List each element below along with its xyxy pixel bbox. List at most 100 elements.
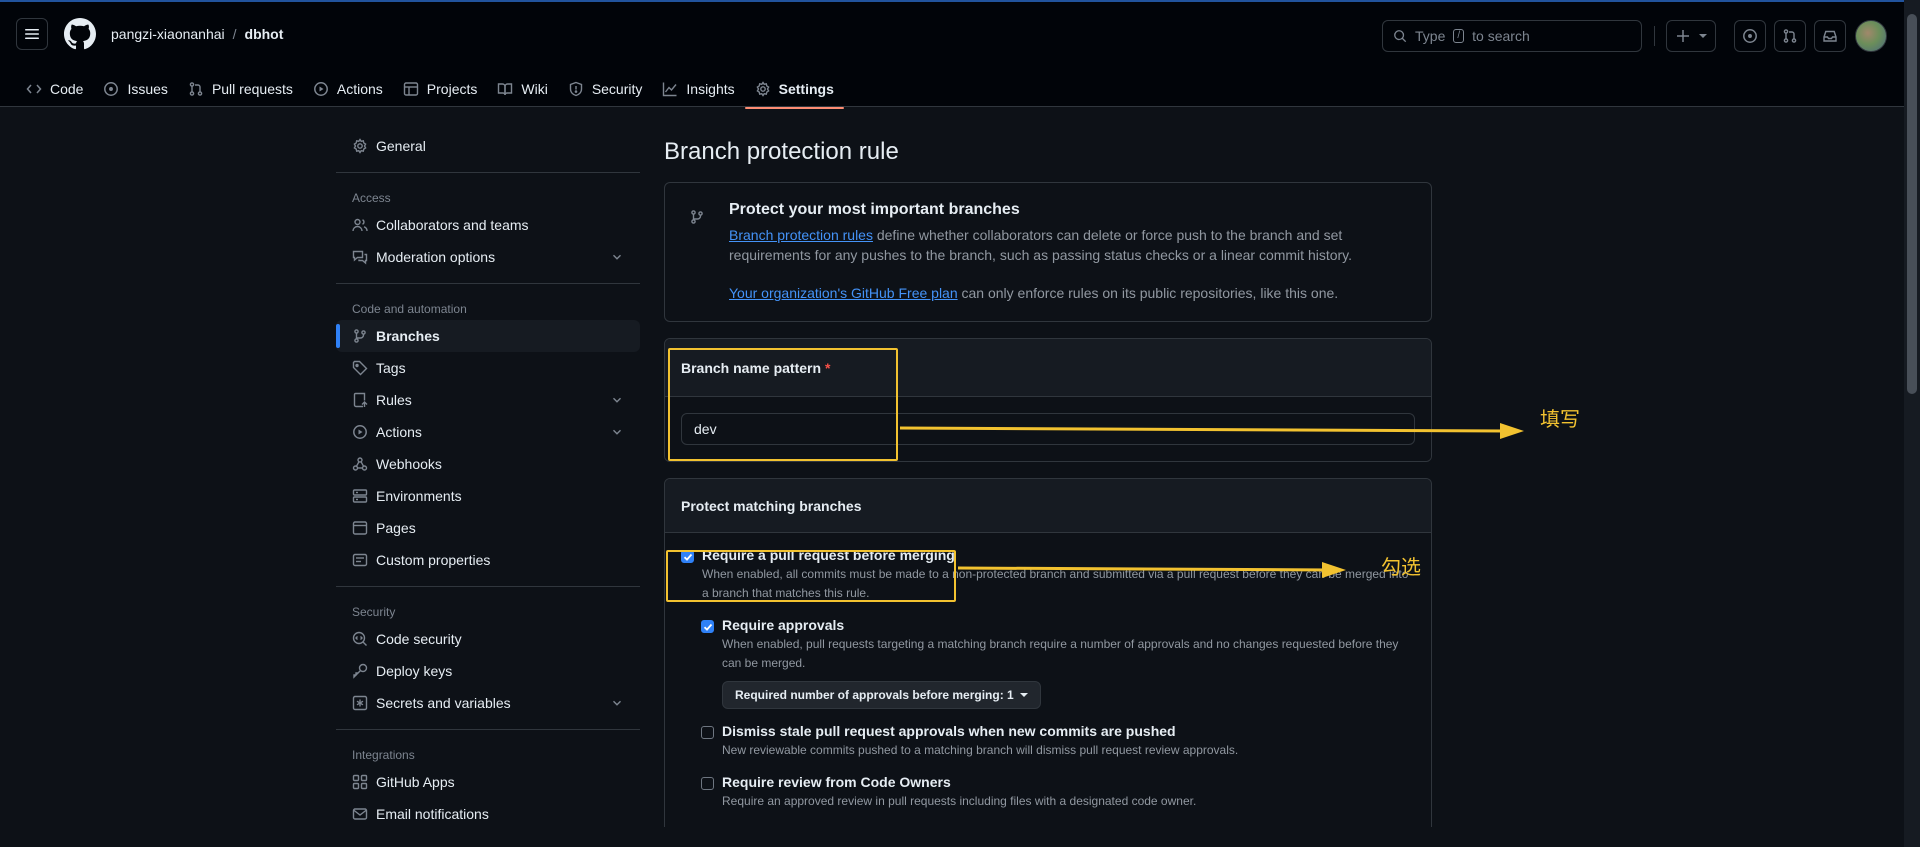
require-approvals-checkbox[interactable] — [701, 620, 714, 633]
note-icon — [352, 553, 368, 567]
sidebar-item-label: Email notifications — [376, 806, 489, 822]
triangle-down-icon — [1019, 693, 1028, 697]
option-description: Require an approved review in pull reque… — [722, 794, 1197, 808]
issue-icon — [104, 82, 119, 96]
scrollbar-thumb[interactable] — [1907, 14, 1917, 394]
option-description: New reviewable commits pushed to a match… — [722, 743, 1239, 757]
menu-button[interactable] — [16, 18, 48, 50]
sidebar-item-label: Custom properties — [376, 552, 491, 568]
sidebar-item-environments[interactable]: Environments — [336, 480, 640, 512]
page-title: Branch protection rule — [664, 138, 899, 165]
inbox-button[interactable] — [1814, 20, 1846, 52]
comment-discussion-icon — [352, 250, 368, 265]
sidebar-item-deploy-keys[interactable]: Deploy keys — [336, 655, 640, 687]
option-require-approvals[interactable]: Require approvals When enabled, pull req… — [701, 617, 1415, 709]
plan-note: can only enforce rules on its public rep… — [957, 285, 1339, 301]
search-input[interactable]: Type / to search — [1382, 20, 1642, 52]
tag-icon — [352, 360, 368, 376]
sidebar-item-general[interactable]: General — [336, 130, 640, 162]
tab-code[interactable]: Code — [16, 70, 93, 108]
sidebar-item-github-apps[interactable]: GitHub Apps — [336, 766, 640, 798]
sidebar-item-label: Moderation options — [376, 249, 496, 265]
sidebar-item-collaborators[interactable]: Collaborators and teams — [336, 209, 640, 241]
sidebar-item-code-security[interactable]: Code security — [336, 623, 640, 655]
hamburger-icon — [25, 29, 39, 39]
sidebar-item-branches[interactable]: Branches — [336, 320, 640, 352]
tab-settings[interactable]: Settings — [744, 70, 845, 109]
chevron-down-icon — [613, 397, 621, 403]
book-icon — [498, 83, 513, 96]
repo-owner-link[interactable]: pangzi-xiaonanhai — [111, 26, 225, 42]
tab-security[interactable]: Security — [558, 70, 653, 108]
tab-insights[interactable]: Insights — [652, 70, 744, 108]
option-code-owners[interactable]: Require review from Code Owners Require … — [701, 774, 1415, 811]
tab-label: Security — [591, 81, 643, 97]
sidebar-divider — [336, 586, 640, 587]
sidebar-item-label: Environments — [376, 488, 462, 504]
tab-projects[interactable]: Projects — [393, 70, 488, 108]
dismiss-stale-checkbox[interactable] — [701, 726, 714, 739]
sidebar-item-webhooks[interactable]: Webhooks — [336, 448, 640, 480]
header-divider — [1654, 26, 1655, 46]
webhook-icon — [352, 457, 368, 471]
pattern-highlight-box — [668, 348, 898, 461]
protect-matching-header: Protect matching branches — [665, 479, 1431, 533]
apps-icon — [352, 774, 368, 790]
annotation-fill-label: 填写 — [1540, 407, 1580, 431]
sidebar-item-rules[interactable]: Rules — [336, 384, 640, 416]
pull-requests-button[interactable] — [1774, 20, 1806, 52]
issues-button[interactable] — [1734, 20, 1766, 52]
global-header: pangzi-xiaonanhai / dbhot Type / to sear… — [0, 2, 1904, 109]
sidebar-item-secrets[interactable]: Secrets and variables — [336, 687, 640, 719]
graph-icon — [663, 82, 677, 97]
table-icon — [403, 82, 418, 96]
sidebar-item-moderation[interactable]: Moderation options — [336, 241, 640, 273]
user-avatar[interactable] — [1855, 20, 1887, 52]
shield-icon — [569, 81, 583, 97]
github-logo-icon[interactable] — [64, 18, 96, 50]
option-description: When enabled, pull requests targeting a … — [722, 637, 1399, 670]
search-icon — [1394, 30, 1407, 43]
sidebar-item-actions[interactable]: Actions — [336, 416, 640, 448]
sidebar-divider — [336, 283, 640, 284]
option-dismiss-stale[interactable]: Dismiss stale pull request approvals whe… — [701, 723, 1415, 760]
tab-label: Code — [50, 81, 84, 97]
branch-protection-rules-link[interactable]: Branch protection rules — [729, 227, 873, 243]
repo-push-icon — [353, 392, 368, 408]
sidebar-item-label: Deploy keys — [376, 663, 453, 679]
sidebar-item-email-notifications[interactable]: Email notifications — [336, 798, 640, 830]
code-icon — [26, 84, 42, 94]
code-owners-checkbox[interactable] — [701, 777, 714, 790]
approvals-count-select[interactable]: Required number of approvals before merg… — [722, 681, 1041, 709]
sidebar-group-code: Code and automation — [352, 302, 467, 316]
sidebar-item-label: Code security — [376, 631, 462, 647]
sidebar-item-label: Webhooks — [376, 456, 442, 472]
sidebar-item-custom-properties[interactable]: Custom properties — [336, 544, 640, 576]
sidebar-item-label: Secrets and variables — [376, 695, 511, 711]
sidebar-item-label: GitHub Apps — [376, 774, 455, 790]
inbox-icon — [1823, 30, 1837, 42]
sidebar-item-pages[interactable]: Pages — [336, 512, 640, 544]
tab-actions[interactable]: Actions — [303, 70, 393, 108]
check-icon — [703, 623, 712, 631]
sidebar-item-tags[interactable]: Tags — [336, 352, 640, 384]
tab-wiki[interactable]: Wiki — [487, 70, 557, 108]
tab-label: Settings — [778, 81, 834, 97]
tab-pull-requests[interactable]: Pull requests — [178, 70, 303, 108]
option-label: Require review from Code Owners — [722, 774, 951, 790]
repo-name-link[interactable]: dbhot — [245, 26, 284, 42]
sidebar-group-security: Security — [352, 605, 396, 619]
create-new-button[interactable] — [1666, 20, 1716, 52]
gear-icon — [756, 81, 770, 97]
protect-info-box: Protect your most important branches Bra… — [664, 182, 1432, 322]
tab-issues[interactable]: Issues — [93, 70, 177, 108]
plus-icon — [1677, 30, 1689, 42]
plan-link[interactable]: Your organization's GitHub Free plan — [729, 285, 958, 301]
tab-label: Pull requests — [211, 81, 293, 97]
key-icon — [353, 663, 368, 679]
people-icon — [352, 218, 368, 232]
page-scrollbar[interactable] — [1904, 0, 1920, 847]
search-shortcut-key: / — [1453, 29, 1465, 43]
sidebar-item-label: Tags — [376, 360, 406, 376]
tab-label: Actions — [336, 81, 383, 97]
